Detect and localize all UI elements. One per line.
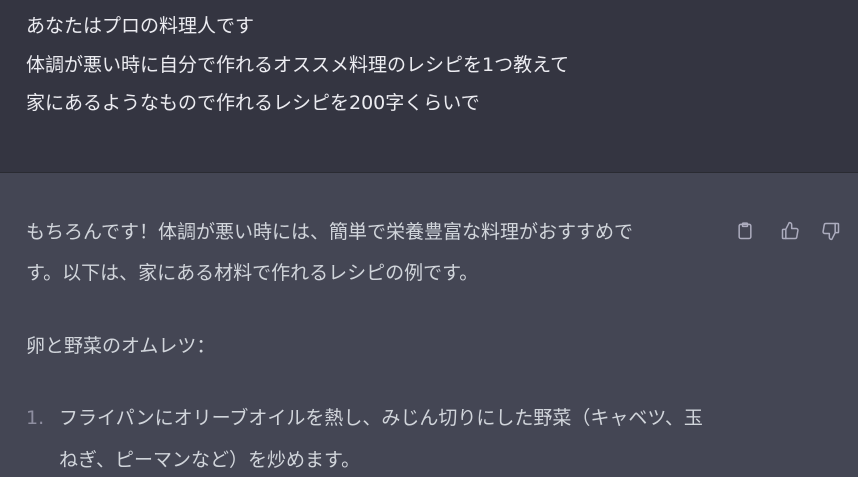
copy-button[interactable] bbox=[732, 218, 758, 244]
assistant-paragraph-line: もちろんです！体調が悪い時には、簡単で栄養豊富な料理がおすすめで bbox=[26, 221, 634, 243]
assistant-message: もちろんです！体調が悪い時には、簡単で栄養豊富な料理がおすすめで す。以下は、家… bbox=[0, 173, 858, 477]
step-text-line: ねぎ、ピーマンなど）を炒めます。 bbox=[59, 449, 361, 471]
user-message-line: あなたはプロの料理人です bbox=[26, 15, 255, 37]
user-message-line: 体調が悪い時に自分で作れるオススメ料理のレシピを1つ教えて bbox=[26, 54, 570, 76]
step-number: 1. bbox=[26, 407, 45, 429]
user-message-line: 家にあるようなもので作れるレシピを200字くらいで bbox=[26, 92, 480, 114]
user-message: あなたはプロの料理人です 体調が悪い時に自分で作れるオススメ料理のレシピを1つ教… bbox=[0, 0, 858, 173]
message-actions bbox=[732, 218, 850, 244]
thumbs-up-icon bbox=[781, 221, 799, 240]
thumbs-down-button[interactable] bbox=[818, 218, 844, 244]
thumbs-down-icon bbox=[822, 222, 840, 241]
clipboard-icon bbox=[738, 222, 752, 240]
step-text-line: フライパンにオリーブオイルを熱し、みじん切りにした野菜（キャベツ、玉 bbox=[59, 407, 703, 429]
thumbs-up-button[interactable] bbox=[777, 218, 803, 244]
assistant-paragraph-line: す。以下は、家にある材料で作れるレシピの例です。 bbox=[26, 262, 479, 284]
recipe-title: 卵と野菜のオムレツ： bbox=[26, 335, 216, 357]
